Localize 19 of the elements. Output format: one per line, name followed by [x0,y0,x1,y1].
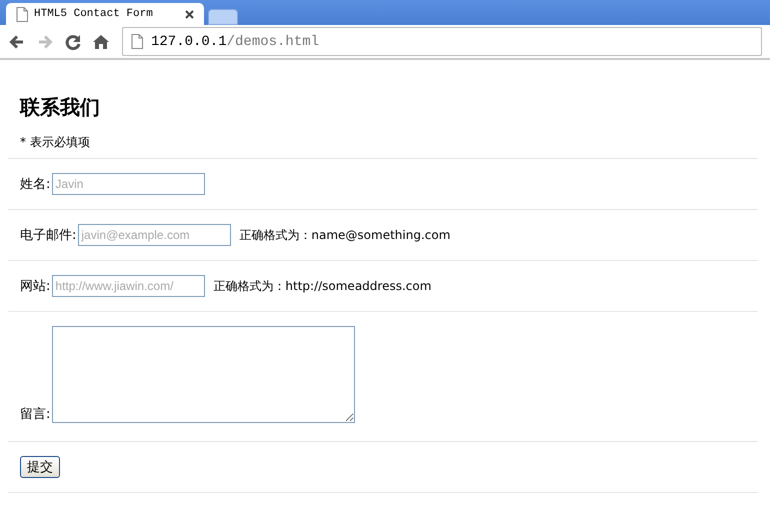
submit-button[interactable]: 提交 [20,456,60,478]
text-field[interactable]: http://www.jiawin.com/ [52,275,206,297]
browser-tab[interactable]: HTML5 Contact Form [6,3,204,25]
required-note: * 表示必填项 [19,134,91,151]
page-icon [131,34,143,49]
url-text: 127.0.0.1/demos.html [151,34,320,50]
form-title: 联系我们 [18,96,101,120]
field-label: 留言: [20,406,50,423]
address-bar[interactable]: 127.0.0.1/demos.html [122,27,762,56]
text-field[interactable]: Javin [52,173,206,195]
field-label: 电子邮件: [20,227,76,244]
field-label: 姓名: [20,176,50,193]
message-field[interactable] [52,326,356,423]
close-icon[interactable] [185,10,194,18]
format-hint: 正确格式为：name@something.com [239,226,450,244]
text-field[interactable]: javin@example.com [78,224,232,246]
field-label: 网站: [20,278,50,295]
format-hint: 正确格式为：http://someaddress.com [213,278,432,294]
page-icon [16,6,28,22]
